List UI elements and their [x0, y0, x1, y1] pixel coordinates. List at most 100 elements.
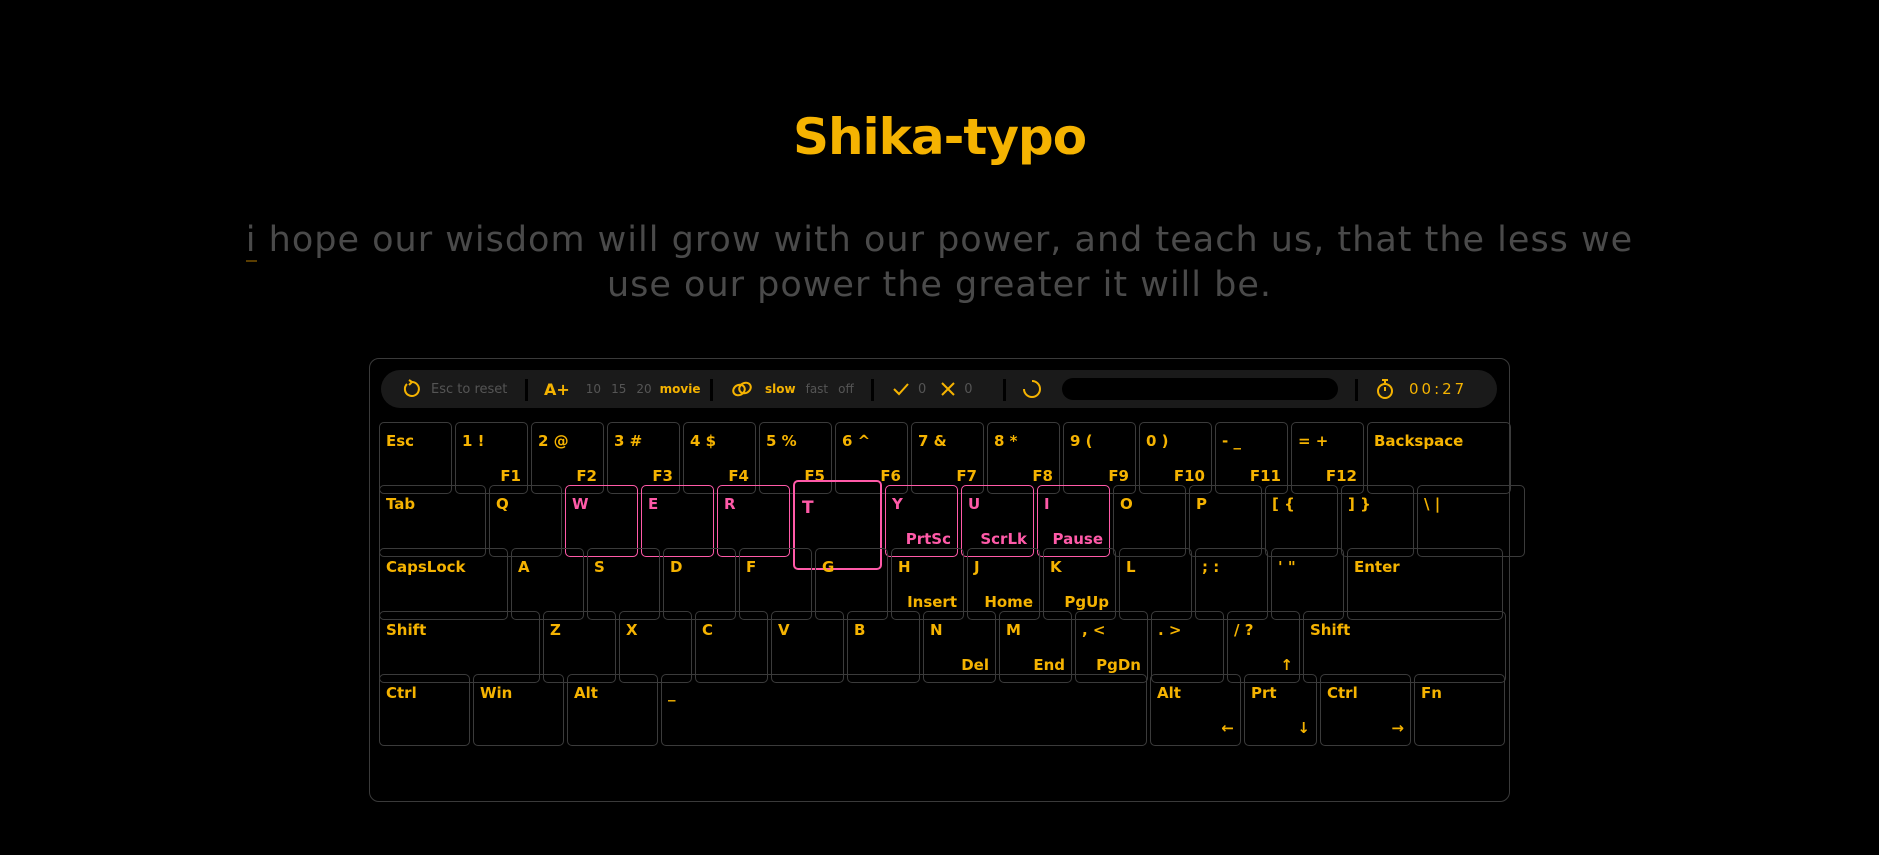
key-4-2[interactable]: Alt: [567, 674, 658, 746]
key-4-7[interactable]: Fn: [1414, 674, 1505, 746]
key-1-4[interactable]: R: [717, 485, 790, 557]
key-0-2[interactable]: 2 @ F2: [531, 422, 604, 494]
key-2-3[interactable]: D: [663, 548, 736, 620]
key-1-1[interactable]: Q: [489, 485, 562, 557]
key-label: 1 !: [462, 432, 485, 450]
key-sublabel: F6: [880, 467, 901, 485]
key-4-0[interactable]: Ctrl: [379, 674, 470, 746]
key-sublabel: PrtSc: [905, 530, 951, 548]
key-sublabel: F10: [1173, 467, 1205, 485]
key-label: H: [898, 558, 911, 576]
key-0-7[interactable]: 7 & F7: [911, 422, 984, 494]
key-0-12[interactable]: = + F12: [1291, 422, 1364, 494]
key-3-7[interactable]: M End: [999, 611, 1072, 683]
key-1-7[interactable]: U ScrLk: [961, 485, 1034, 557]
word-count-10[interactable]: 10: [586, 382, 601, 396]
key-1-3[interactable]: E: [641, 485, 714, 557]
speed-slow[interactable]: slow: [765, 382, 796, 396]
key-0-9[interactable]: 9 (F9: [1063, 422, 1136, 494]
key-2-12[interactable]: Enter: [1347, 548, 1503, 620]
key-0-4[interactable]: 4 $ F4: [683, 422, 756, 494]
key-label: - _: [1222, 432, 1241, 450]
cross-icon: [940, 381, 956, 397]
key-label: L: [1126, 558, 1136, 576]
key-label: U: [968, 495, 981, 513]
mode-movie[interactable]: movie: [660, 382, 701, 396]
key-label: Y: [892, 495, 903, 513]
key-1-9[interactable]: O: [1113, 485, 1186, 557]
key-label: Fn: [1421, 684, 1442, 702]
key-2-9[interactable]: L: [1119, 548, 1192, 620]
key-label: D: [670, 558, 683, 576]
key-0-8[interactable]: 8 * F8: [987, 422, 1060, 494]
key-label: V: [778, 621, 790, 639]
key-4-4[interactable]: Alt ←: [1150, 674, 1241, 746]
key-1-12[interactable]: ] }: [1341, 485, 1414, 557]
key-3-3[interactable]: C: [695, 611, 768, 683]
speed-fast[interactable]: fast: [806, 382, 829, 396]
key-4-3[interactable]: _: [661, 674, 1147, 746]
key-2-10[interactable]: ; :: [1195, 548, 1268, 620]
key-2-0[interactable]: CapsLock: [379, 548, 508, 620]
key-sublabel: F3: [652, 467, 673, 485]
wrong-count: 0: [964, 381, 973, 397]
speed-off[interactable]: off: [838, 382, 854, 396]
key-2-8[interactable]: K PgUp: [1043, 548, 1116, 620]
toolbar-divider: [871, 379, 874, 401]
key-2-7[interactable]: J Home: [967, 548, 1040, 620]
key-0-11[interactable]: - _ F11: [1215, 422, 1288, 494]
reset-button[interactable]: Esc to reset: [401, 370, 507, 408]
key-2-4[interactable]: F: [739, 548, 812, 620]
key-3-10[interactable]: / ? ↑: [1227, 611, 1300, 683]
key-1-6[interactable]: Y PrtSc: [885, 485, 958, 557]
key-1-10[interactable]: P: [1189, 485, 1262, 557]
key-3-1[interactable]: Z: [543, 611, 616, 683]
keyboard-panel: Esc to reset A+ 10 15 20 movie slow fast…: [369, 358, 1525, 802]
key-label: CapsLock: [386, 558, 466, 576]
key-label: M: [1006, 621, 1021, 639]
key-0-3[interactable]: 3 # F3: [607, 422, 680, 494]
key-1-8[interactable]: I Pause: [1037, 485, 1110, 557]
key-2-5[interactable]: G: [815, 548, 888, 620]
key-4-5[interactable]: Prt ↓: [1244, 674, 1317, 746]
key-0-1[interactable]: 1 ! F1: [455, 422, 528, 494]
key-3-2[interactable]: X: [619, 611, 692, 683]
key-2-6[interactable]: H Insert: [891, 548, 964, 620]
key-3-11[interactable]: Shift: [1303, 611, 1506, 683]
key-3-0[interactable]: Shift: [379, 611, 540, 683]
key-label: [ {: [1272, 495, 1295, 513]
key-2-11[interactable]: ' ": [1271, 548, 1344, 620]
word-count-20[interactable]: 20: [636, 382, 651, 396]
key-label: 4 $: [690, 432, 717, 450]
key-label: 2 @: [538, 432, 569, 450]
key-1-0[interactable]: Tab: [379, 485, 486, 557]
typed-text: i: [245, 220, 257, 262]
key-sublabel: Home: [984, 593, 1033, 611]
key-0-0[interactable]: Esc: [379, 422, 452, 494]
key-label: G: [822, 558, 835, 576]
word-count-15[interactable]: 15: [611, 382, 626, 396]
key-3-8[interactable]: , < PgDn: [1075, 611, 1148, 683]
key-label: Q: [496, 495, 509, 513]
key-0-13[interactable]: Backspace: [1367, 422, 1511, 494]
font-size-button[interactable]: A+: [544, 380, 570, 399]
key-sublabel: F9: [1108, 467, 1129, 485]
key-sublabel: PgDn: [1096, 656, 1141, 674]
key-4-6[interactable]: Ctrl →: [1320, 674, 1411, 746]
key-label: = +: [1298, 432, 1329, 450]
key-3-5[interactable]: B: [847, 611, 920, 683]
key-1-13[interactable]: \ |: [1417, 485, 1525, 557]
key-2-1[interactable]: A: [511, 548, 584, 620]
key-1-11[interactable]: [ {: [1265, 485, 1338, 557]
key-4-1[interactable]: Win: [473, 674, 564, 746]
key-2-2[interactable]: S: [587, 548, 660, 620]
key-3-6[interactable]: N Del: [923, 611, 996, 683]
key-3-9[interactable]: . >: [1151, 611, 1224, 683]
key-label: Alt: [1157, 684, 1181, 702]
key-0-10[interactable]: 0 ) F10: [1139, 422, 1212, 494]
key-label: J: [974, 558, 980, 576]
key-label: N: [930, 621, 943, 639]
key-sublabel: F11: [1249, 467, 1281, 485]
key-1-2[interactable]: W: [565, 485, 638, 557]
key-3-4[interactable]: V: [771, 611, 844, 683]
